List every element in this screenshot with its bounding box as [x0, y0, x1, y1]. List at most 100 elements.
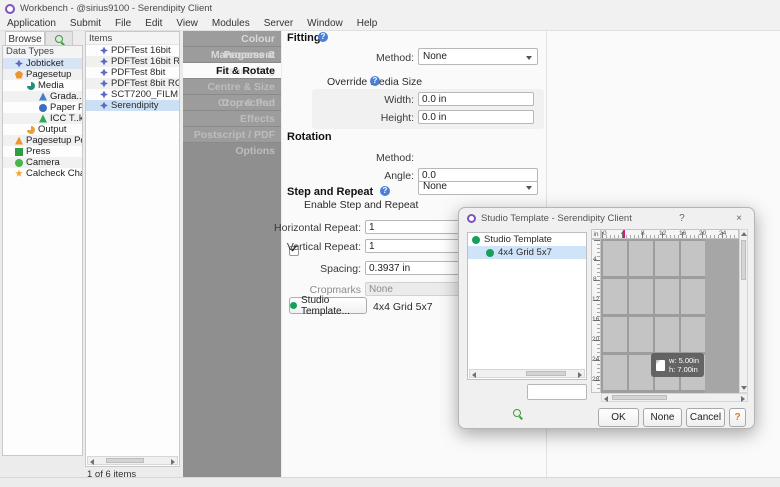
tree-item-icc-set[interactable]: ICC T..k Set: [3, 113, 82, 124]
item-serendipity[interactable]: Serendipity: [86, 100, 179, 111]
template-cell[interactable]: [655, 279, 679, 314]
tab-search[interactable]: [45, 31, 73, 46]
tree-item-output[interactable]: Output: [3, 124, 82, 135]
menu-server[interactable]: Server: [257, 17, 300, 31]
cancel-button[interactable]: Cancel: [686, 408, 725, 427]
menu-view[interactable]: View: [169, 17, 205, 31]
nav-process-resampling[interactable]: Process & Resampling: [183, 47, 281, 77]
item-icon: [100, 101, 108, 110]
height-input[interactable]: [418, 110, 534, 124]
tree-hscroll-thumb[interactable]: [526, 371, 566, 376]
items-header: Items: [86, 32, 179, 45]
menu-help[interactable]: Help: [350, 17, 385, 31]
menu-modules[interactable]: Modules: [205, 17, 257, 31]
preview-vscroll-thumb[interactable]: [741, 240, 746, 280]
rotation-method-label: Method:: [376, 152, 414, 164]
angle-input[interactable]: [418, 168, 538, 182]
tree-item-press[interactable]: Press: [3, 146, 82, 157]
item-sct7200-film[interactable]: SCT7200_FILM: [86, 89, 179, 100]
scroll-right-icon[interactable]: [741, 395, 745, 402]
nav-postscript-pdf-options[interactable]: Postscript / PDF Options: [183, 127, 281, 157]
item-pdftest-8bit-rgb[interactable]: PDFTest 8bit RGB On: [86, 78, 179, 89]
ok-button[interactable]: OK: [598, 408, 639, 427]
fitting-method-dropdown[interactable]: None: [418, 48, 538, 65]
step-repeat-help-icon[interactable]: ?: [380, 186, 390, 196]
menu-submit[interactable]: Submit: [63, 17, 108, 31]
horizontal-repeat-label: Horizontal Repeat:: [274, 222, 361, 234]
dialog-help-button[interactable]: ?: [675, 213, 689, 224]
item-pdftest-16bit-rgb[interactable]: PDFTest 16bit RGB On: [86, 56, 179, 67]
menu-window[interactable]: Window: [300, 17, 350, 31]
preview-hscrollbar[interactable]: [601, 393, 748, 402]
nav-effects[interactable]: Effects: [183, 111, 281, 127]
menu-edit[interactable]: Edit: [138, 17, 169, 31]
items-hscroll-thumb[interactable]: [106, 458, 144, 463]
template-cell[interactable]: [629, 355, 653, 390]
studio-template-button[interactable]: Studio Template...: [289, 295, 367, 317]
template-cell[interactable]: [603, 241, 627, 276]
template-cell[interactable]: [655, 241, 679, 276]
datatypes-panel: Data Types Jobticket Pagesetup Media Gra…: [2, 45, 83, 456]
menu-application[interactable]: Application: [0, 17, 63, 31]
template-cell[interactable]: [603, 279, 627, 314]
tree-item-camera[interactable]: Camera: [3, 157, 82, 168]
scroll-up-icon[interactable]: [741, 232, 747, 236]
vertical-ruler: 4 8 12 16 20 24 28: [591, 239, 601, 393]
scroll-right-icon[interactable]: [171, 458, 175, 465]
studio-template-value: 4x4 Grid 5x7: [373, 301, 433, 313]
template-cell[interactable]: [681, 279, 705, 314]
scroll-right-icon[interactable]: [578, 371, 582, 378]
tree-item-gradation-curve[interactable]: Grada...Curve: [3, 91, 82, 102]
app-window: Workbench - @sirius9100 - Serendipity Cl…: [0, 0, 780, 487]
nav-colour-management[interactable]: Colour Management: [183, 31, 281, 61]
nav-centre-size-correction[interactable]: Centre & Size Correction: [183, 79, 281, 109]
scroll-left-icon[interactable]: [604, 395, 608, 402]
scroll-left-icon[interactable]: [472, 371, 476, 378]
dialog-title-bar: Studio Template - Serendipity Client ? ×: [459, 208, 754, 228]
scroll-left-icon[interactable]: [90, 458, 94, 465]
menu-file[interactable]: File: [108, 17, 138, 31]
dialog-context-help-button[interactable]: ?: [729, 408, 746, 427]
template-search-icon: [513, 409, 521, 417]
tree-item-jobticket[interactable]: Jobticket: [3, 58, 82, 69]
template-cell[interactable]: [655, 317, 679, 352]
tree-4x4-grid-5x7[interactable]: 4x4 Grid 5x7: [468, 246, 586, 259]
override-help-icon[interactable]: ?: [370, 76, 380, 86]
tree-item-paper-profile[interactable]: Paper Profile: [3, 102, 82, 113]
nav-crop-pad[interactable]: Crop & Pad: [183, 95, 281, 111]
tree-item-media[interactable]: Media: [3, 80, 82, 91]
press-icon: [15, 147, 23, 156]
template-cell[interactable]: [603, 317, 627, 352]
dialog-tree-hscrollbar[interactable]: [469, 369, 585, 378]
template-cell[interactable]: [681, 241, 705, 276]
item-pdftest-16bit[interactable]: PDFTest 16bit: [86, 45, 179, 56]
jobticket-icon: [15, 59, 23, 68]
tree-item-calcheck-chart[interactable]: Calcheck Chart: [3, 168, 82, 179]
dialog-close-button[interactable]: ×: [732, 213, 746, 224]
template-cell[interactable]: [629, 279, 653, 314]
tree-studio-template[interactable]: Studio Template: [468, 233, 586, 246]
scroll-down-icon[interactable]: [741, 386, 747, 390]
dialog-title: Studio Template - Serendipity Client: [481, 212, 632, 224]
none-button[interactable]: None: [643, 408, 682, 427]
template-cell[interactable]: [629, 241, 653, 276]
preview-hscroll-thumb[interactable]: [612, 395, 667, 400]
tab-browse[interactable]: Browse: [5, 31, 45, 46]
tooltip-height: h: 7.00in: [669, 365, 698, 374]
template-preview-canvas[interactable]: w: 5.00in h: 7.00in: [601, 239, 739, 393]
template-cell[interactable]: [681, 317, 705, 352]
fitting-help-icon[interactable]: ?: [318, 32, 328, 42]
dialog-template-tree: Studio Template 4x4 Grid 5x7: [467, 232, 587, 380]
template-cell[interactable]: [603, 355, 627, 390]
preview-vscrollbar[interactable]: [739, 229, 748, 393]
template-search-input[interactable]: [527, 384, 587, 400]
item-pdftest-8bit[interactable]: PDFTest 8bit: [86, 67, 179, 78]
nav-fit-rotate[interactable]: Fit & Rotate: [183, 63, 281, 79]
width-input[interactable]: [418, 92, 534, 106]
tree-item-pagesetup[interactable]: Pagesetup: [3, 69, 82, 80]
template-cell[interactable]: [629, 317, 653, 352]
tree-item-pagesetup-pool[interactable]: Pagesetup Pool: [3, 135, 82, 146]
items-hscrollbar[interactable]: [87, 456, 178, 465]
horizontal-ruler: 0 4 8 12 16 20 24: [601, 229, 739, 239]
canvas-margin: [705, 239, 739, 393]
